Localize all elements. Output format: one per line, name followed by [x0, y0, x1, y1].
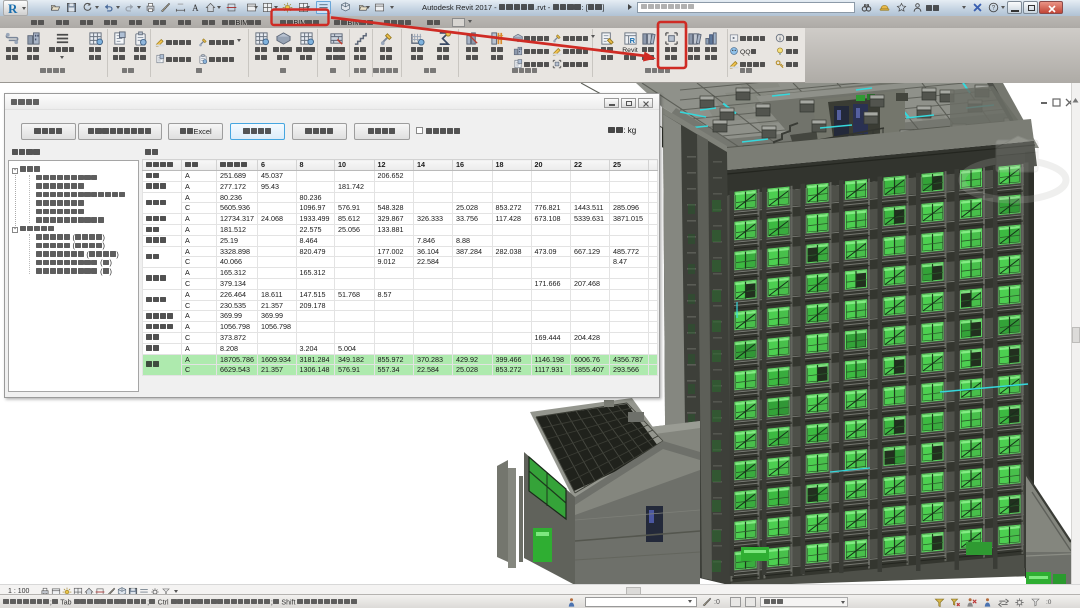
- svg-text:?: ?: [992, 5, 996, 12]
- svg-text:A: A: [192, 3, 199, 13]
